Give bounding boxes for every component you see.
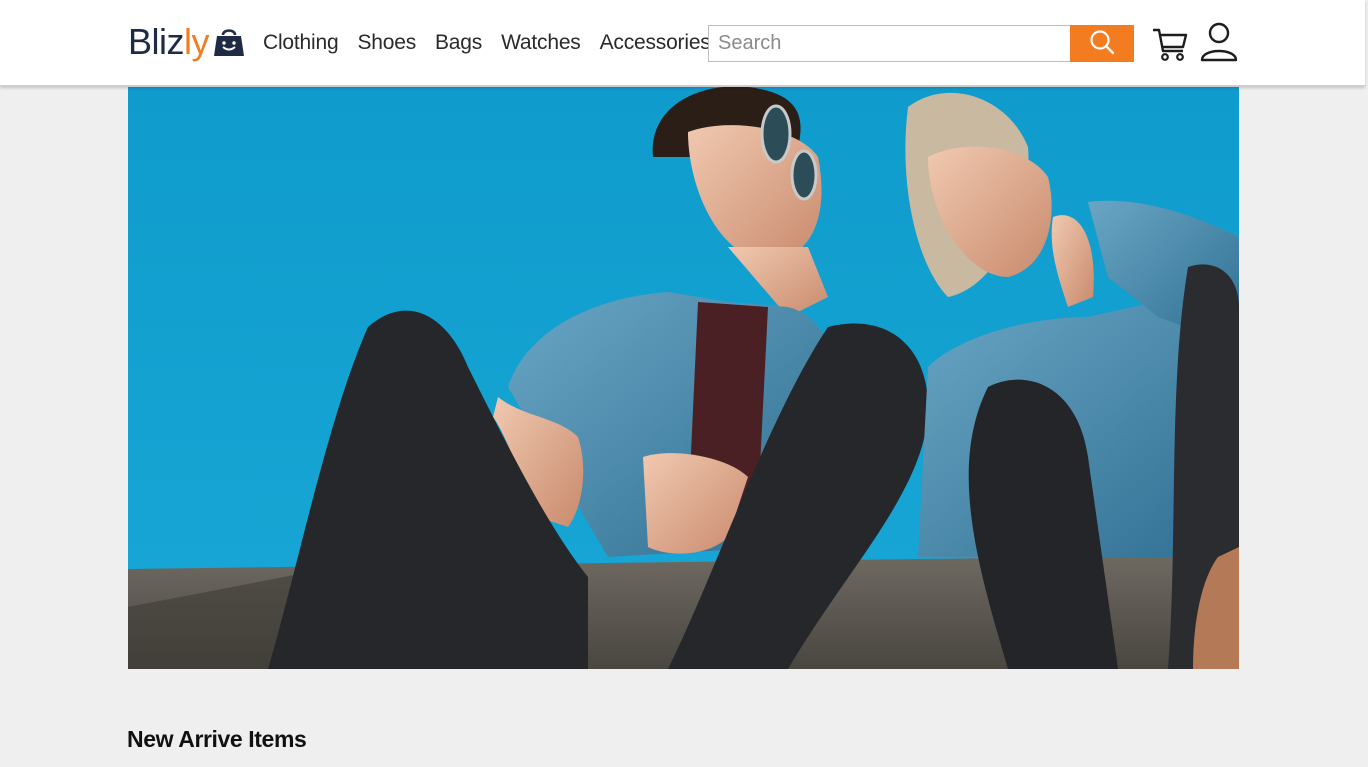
search-button[interactable] [1070,25,1134,62]
nav-item-bags[interactable]: Bags [435,31,482,55]
cart-icon[interactable] [1152,23,1188,63]
shopping-bag-icon [213,26,245,58]
user-icon[interactable] [1200,21,1238,63]
search-icon [1089,29,1115,58]
hero-image [128,87,1239,669]
hero-banner[interactable] [128,87,1239,669]
search-bar [708,25,1134,62]
nav-item-clothing[interactable]: Clothing [263,31,339,55]
brand-name-part2: ly [184,21,210,62]
nav-item-accessories[interactable]: Accessories [600,31,711,55]
main-nav: Clothing Shoes Bags Watches Accessories [263,28,730,58]
site-header: Bliz ly Clothing Shoes Bags Watches Acces… [0,0,1365,86]
brand-logo[interactable]: Bliz ly [128,20,245,64]
brand-name-part1: Bliz [128,21,185,62]
nav-item-shoes[interactable]: Shoes [357,31,416,55]
search-input[interactable] [708,25,1070,62]
nav-item-watches[interactable]: Watches [501,31,581,55]
section-title-new-arrivals: New Arrive Items [127,726,307,752]
